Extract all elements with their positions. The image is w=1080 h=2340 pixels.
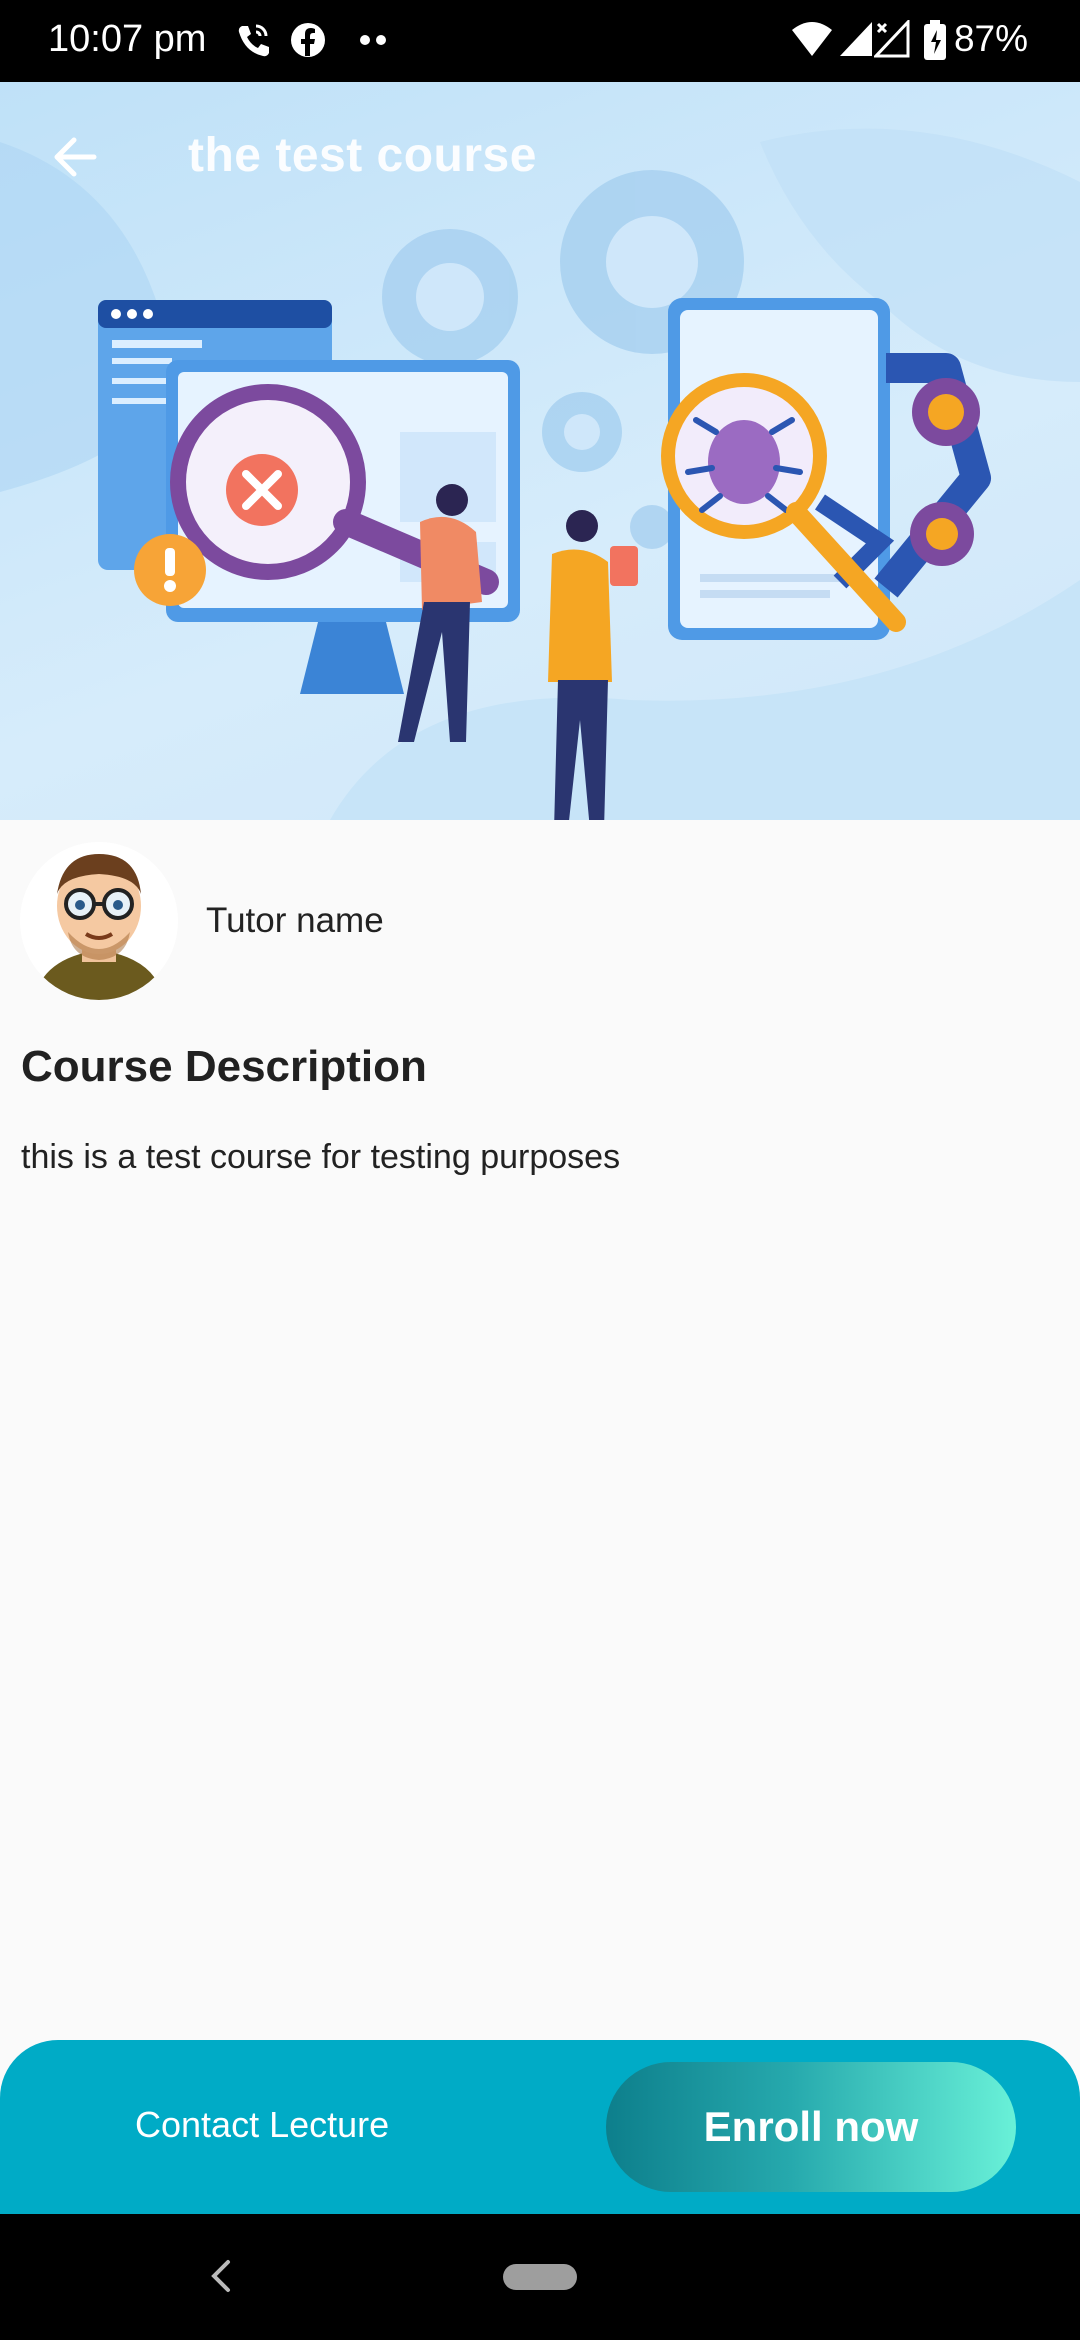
signal-x-icon (872, 18, 910, 65)
battery-icon (922, 20, 948, 67)
status-time: 10:07 pm (48, 18, 207, 60)
tutor-avatar (20, 842, 178, 1000)
status-bar: 10:07 pm 87% (0, 0, 1080, 82)
avatar-image (20, 842, 178, 1000)
enroll-now-button[interactable]: Enroll now (606, 2062, 1016, 2192)
course-title: the test course (188, 129, 537, 182)
facebook-icon (288, 20, 328, 65)
nav-home-pill[interactable] (503, 2264, 577, 2290)
system-navigation-bar (0, 2214, 1080, 2340)
wifi-calling-icon (232, 20, 272, 65)
course-hero-banner: the test course (0, 82, 1080, 820)
bottom-action-bar: Contact Lecture Enroll now (0, 2040, 1080, 2214)
back-arrow-icon (54, 137, 97, 177)
more-dots-icon (356, 30, 392, 55)
signal-icon (838, 20, 874, 65)
back-button[interactable] (40, 122, 110, 192)
tutor-name: Tutor name (206, 901, 384, 940)
wifi-icon (790, 20, 834, 65)
tutor-row: Tutor name (20, 842, 384, 1000)
course-illustration (0, 128, 1080, 820)
nav-back-icon[interactable] (206, 2254, 236, 2303)
contact-lecture-button[interactable]: Contact Lecture (135, 2104, 389, 2146)
course-description-heading: Course Description (21, 1042, 427, 1091)
battery-percentage: 87% (953, 18, 1028, 59)
course-description-text: this is a test course for testing purpos… (21, 1138, 621, 1176)
